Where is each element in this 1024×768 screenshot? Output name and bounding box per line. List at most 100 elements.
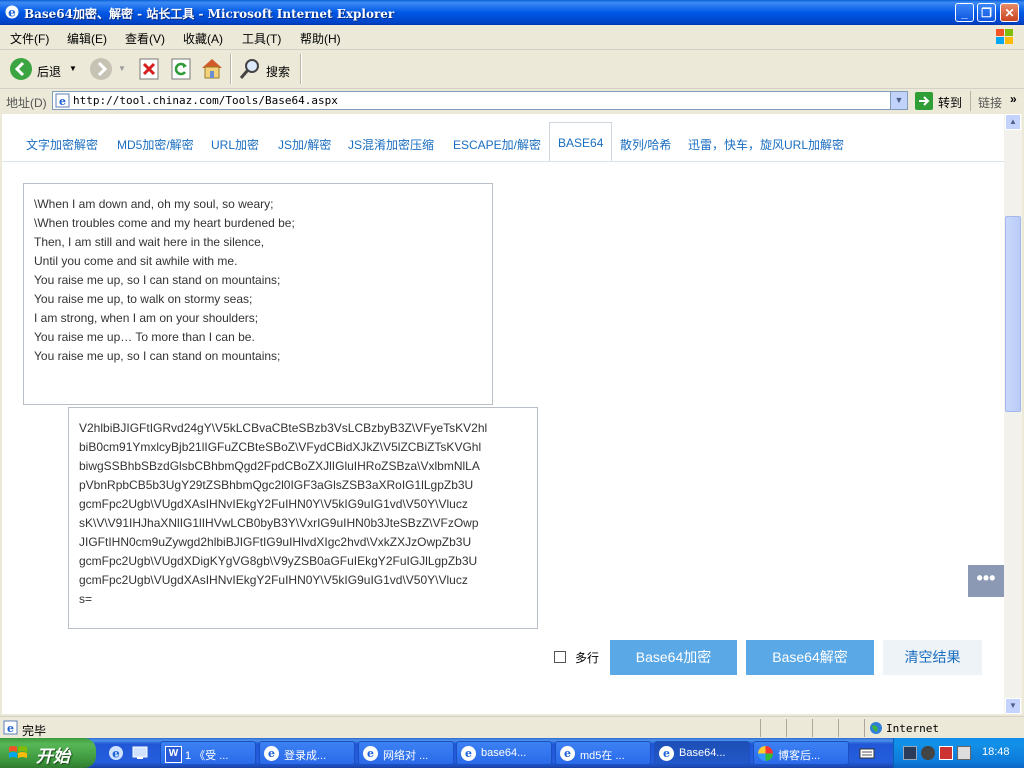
tab-base64[interactable]: BASE64 [549,122,613,162]
input-line: \When troubles come and my heart burdene… [34,216,295,230]
toolbar-separator [300,54,302,84]
links-label[interactable]: 链接 [978,94,1002,111]
start-button[interactable]: 开始 [0,738,96,768]
forward-arrow-icon[interactable] [89,57,113,81]
ie-icon: e [363,746,378,761]
output-line: gcmFpc2Ugb\VUgdXAsIHNvIEkgY2FuIHN0Y\V5kI… [79,573,468,587]
multiline-checkbox[interactable] [554,651,566,663]
status-pane-divider [864,719,865,737]
taskbar-item-blog[interactable]: 博客后... [753,741,849,765]
menu-help[interactable]: 帮助(H) [300,30,341,47]
input-line: You raise me up… To more than I can be. [34,330,255,344]
address-separator [970,91,971,111]
tab-js-encrypt[interactable]: JS加/解密 [278,136,331,153]
chrome-icon [758,746,773,761]
ie-icon: e [5,5,19,20]
ie-icon: e [264,746,279,761]
quicklaunch-ie-icon[interactable]: e [108,745,124,761]
menu-tools[interactable]: 工具(T) [242,30,281,47]
address-url[interactable]: http://tool.chinaz.com/Tools/Base64.aspx [73,94,338,107]
svg-text:e: e [7,722,14,735]
page-icon: e [55,93,70,108]
clear-result-button[interactable]: 清空结果 [883,640,982,675]
vertical-scrollbar[interactable]: ▲ ▼ [1004,114,1022,714]
output-line: JIGFtIHN0cm9uZywgd2hlbiBJIGFtIG9uIHlvdXI… [79,535,472,549]
taskbar-item-label: base64... [481,747,527,759]
scroll-down-icon[interactable]: ▼ [1005,698,1021,714]
keyboard-icon[interactable] [859,746,875,760]
status-pane-divider [760,719,761,737]
scroll-up-icon[interactable]: ▲ [1005,114,1021,130]
taskbar-item-network[interactable]: e 网络对 ... [358,741,454,765]
taskbar-item-label: 博客后... [778,750,821,762]
input-textarea[interactable]: \When I am down and, oh my soul, so wear… [23,183,493,405]
go-button[interactable]: 转到 [938,94,962,111]
back-label[interactable]: 后退 [37,63,61,80]
output-line: pVbnRpbCB5b3UgY29tZSBhbmQgc2l0IGF3aGlsZS… [79,478,474,492]
search-icon[interactable] [238,57,262,81]
volume-tray-icon[interactable] [957,746,971,760]
tab-url-encrypt[interactable]: URL加密 [211,136,259,153]
maximize-button[interactable]: ❐ [977,3,996,22]
output-line: gcmFpc2Ugb\VUgdXAsIHNvIEkgY2FuIHN0Y\V5kI… [79,497,468,511]
ie-icon: e [461,746,476,761]
tab-hash[interactable]: 散列/哈希 [620,136,671,153]
tab-js-obfuscate[interactable]: JS混淆加密压缩 [348,136,434,153]
network-tray-icon[interactable] [903,746,917,760]
more-options-button[interactable]: ••• [968,565,1004,597]
security-zone: Internet [886,722,939,735]
output-line: biB0cm91YmxlcyBjb21lIGFuZCBteSBoZ\VFydCB… [79,440,482,454]
svg-text:e: e [59,95,66,108]
toolbar-separator [230,54,232,84]
links-overflow-icon[interactable]: » [1010,92,1017,106]
tab-escape[interactable]: ESCAPE加/解密 [453,136,541,153]
ie-icon: e [560,746,575,761]
go-arrow-icon[interactable] [915,92,933,110]
base64-encode-button[interactable]: Base64加密 [610,640,737,675]
taskbar-item-label: 网络对 ... [383,750,429,762]
back-dropdown-icon[interactable]: ▼ [69,64,77,73]
taskbar-item-word[interactable]: W 1 《受 ... [160,741,256,765]
tab-thunder-url[interactable]: 迅雷，快车，旋风URL加解密 [688,136,844,153]
taskbar-item-login[interactable]: e 登录成... [259,741,355,765]
address-bar: 地址(D) e http://tool.chinaz.com/Tools/Bas… [0,89,1024,113]
search-label[interactable]: 搜索 [266,63,290,80]
windows-logo-icon [996,29,1013,44]
tab-text-encrypt[interactable]: 文字加密解密 [26,136,98,153]
menu-file[interactable]: 文件(F) [10,30,49,47]
menu-edit[interactable]: 编辑(E) [67,30,107,47]
security-tray-icon[interactable] [939,746,953,760]
base64-decode-button[interactable]: Base64解密 [746,640,874,675]
quicklaunch-desktop-icon[interactable] [132,745,148,761]
output-line: biwgSSBhbSBzdGlsbCBhbmQgd2FpdCBoZXJlIGlu… [79,459,480,473]
tab-md5[interactable]: MD5加密/解密 [117,136,194,153]
scrollbar-thumb[interactable] [1005,216,1021,412]
address-label: 地址(D) [6,96,47,110]
tab-divider [2,161,1004,162]
forward-dropdown-icon[interactable]: ▼ [118,64,126,73]
taskbar-item-md5[interactable]: e md5在 ... [555,741,651,765]
input-line: You raise me up, so I can stand on mount… [34,349,281,363]
address-dropdown-icon[interactable]: ▼ [890,92,907,109]
window-title-bar[interactable]: e Base64加密、解密 - 站长工具 - Microsoft Interne… [0,0,1024,25]
menu-view[interactable]: 查看(V) [125,30,165,47]
taskbar-item-base64-active[interactable]: e Base64... [654,741,750,765]
multiline-label[interactable]: 多行 [575,649,599,666]
minimize-button[interactable]: _ [955,3,974,22]
taskbar-item-label: 1 《受 ... [185,750,229,762]
refresh-icon[interactable] [170,57,192,81]
stop-icon[interactable] [138,57,160,81]
ie-icon: e [659,746,674,761]
menu-favorites[interactable]: 收藏(A) [183,30,223,47]
tray-app-icon[interactable] [921,746,935,760]
close-button[interactable]: ✕ [1000,3,1019,22]
address-field[interactable]: e http://tool.chinaz.com/Tools/Base64.as… [52,91,908,110]
output-textarea[interactable]: V2hlbiBJIGFtIGRvd24gY\V5kLCBvaCBteSBzb3V… [68,407,538,629]
page-status-icon: e [3,720,18,735]
home-icon[interactable] [200,56,224,80]
back-arrow-icon[interactable] [9,57,33,81]
taskbar-item-base64-1[interactable]: e base64... [456,741,552,765]
clock: 18:48 [982,746,1010,758]
taskbar-item-label: Base64... [679,747,726,759]
output-line: s= [79,592,93,606]
